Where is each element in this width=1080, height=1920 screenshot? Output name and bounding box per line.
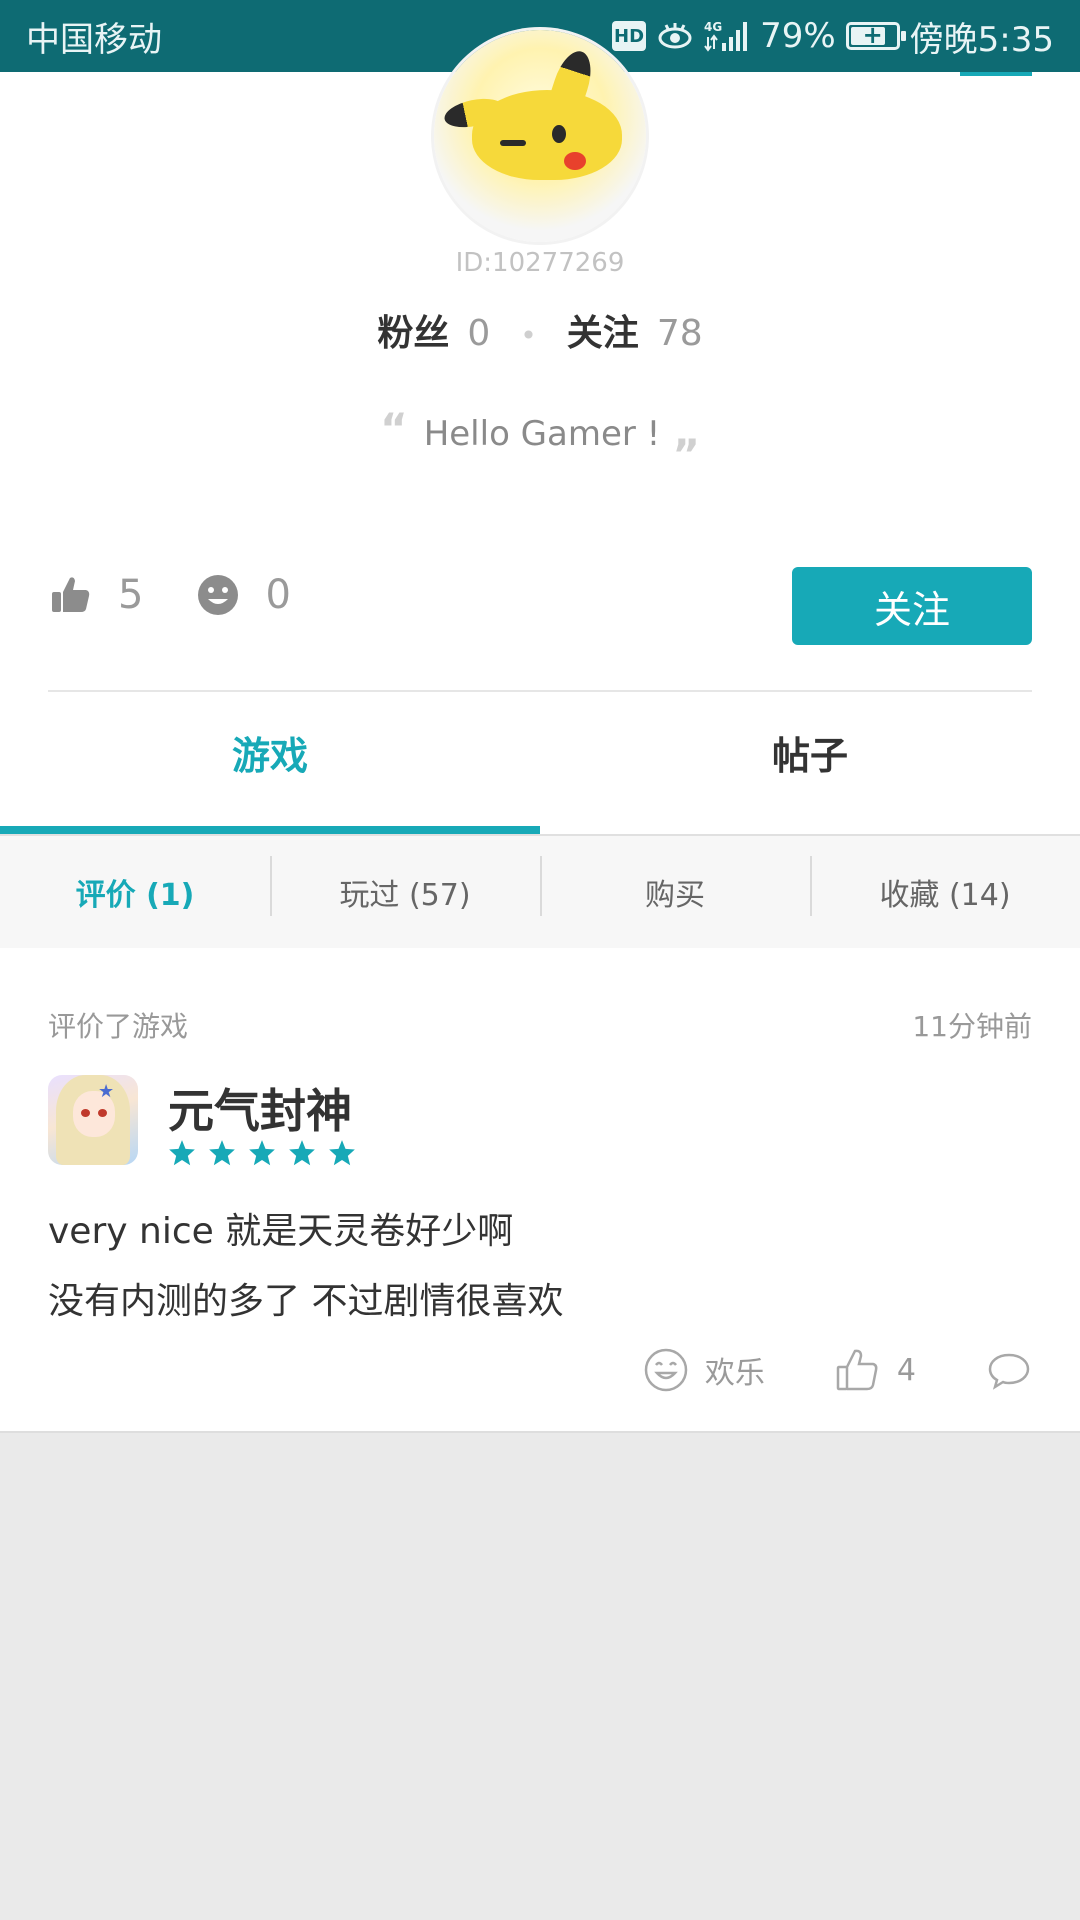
star-icon [329,1140,355,1166]
subtab-favorites[interactable]: 收藏 (14) [810,856,1080,916]
eye-comfort-icon [656,22,694,50]
review-text: very nice 就是天灵卷好少啊 没有内测的多了 不过剧情很喜欢 [48,1197,1032,1337]
smiley-icon[interactable] [195,572,241,618]
tab-posts[interactable]: 帖子 [540,692,1080,812]
rating-stars [168,1139,356,1167]
subtab-reviews[interactable]: 评价 (1) [0,870,270,914]
user-id: ID:10277269 [455,248,625,278]
hd-icon: HD [612,21,647,51]
game-icon-eye [81,1109,90,1117]
likes-count: 5 [118,572,144,618]
smiles-count: 0 [265,572,291,618]
active-tab-indicator [0,826,540,834]
star-icon [249,1140,275,1166]
review-card[interactable]: 评价了游戏 11分钟前 ★ 元气封神 very nice 就是天灵卷好少啊 没有… [0,971,1080,1433]
avatar-pikachu-eye-closed [500,140,526,146]
funny-button[interactable]: 欢乐 [643,1347,765,1393]
star-icon [209,1140,235,1166]
follow-button[interactable]: 关注 [792,567,1032,645]
main-tabs: 游戏 帖子 [0,692,1080,812]
separator-dot: • [520,319,537,352]
tab-games[interactable]: 游戏 [0,692,540,812]
comment-bubble-icon [986,1347,1032,1393]
subtab-played[interactable]: 玩过 (57) [270,856,540,916]
profile-reactions: 5 0 [48,572,343,618]
review-action-label: 评价了游戏 [48,1010,189,1043]
avatar-pikachu-cheek [564,152,586,170]
network-type-label: 4G [704,20,722,34]
followers-label[interactable]: 粉丝 [377,304,449,356]
following-label[interactable]: 关注 [567,304,639,356]
follow-stats: 粉丝 0 • 关注 78 [0,304,1080,356]
like-count: 4 [896,1352,916,1388]
like-button[interactable]: 4 [835,1347,916,1393]
avatar-pikachu-eye [552,125,566,143]
followers-count[interactable]: 0 [467,313,490,354]
subtab-purchased[interactable]: 购买 [540,856,810,916]
funny-label: 欢乐 [704,1356,765,1391]
thumbs-up-outline-icon [835,1347,881,1393]
review-time: 11分钟前 [912,1010,1032,1043]
top-accent-bar [960,72,1032,76]
star-icon [289,1140,315,1166]
game-name[interactable]: 元气封神 [168,1075,352,1141]
following-count[interactable]: 78 [657,313,703,354]
review-actions: 欢乐 4 [643,1347,1032,1393]
battery-percent: 79% [760,16,836,56]
status-icons: HD 4G 79% + 傍晚5:35 [612,12,1054,61]
open-quote-icon: “ [380,404,408,453]
game-icon-eye [98,1109,107,1117]
game-icon-star: ★ [98,1081,115,1102]
review-text-line: 没有内测的多了 不过剧情很喜欢 [48,1281,564,1322]
avatar[interactable] [434,30,646,242]
comment-button[interactable] [986,1347,1032,1393]
thumbs-up-icon[interactable] [48,572,94,618]
review-text-line: very nice 就是天灵卷好少啊 [48,1211,514,1252]
battery-icon: + [845,21,906,50]
close-quote-icon: ” [672,430,700,479]
motto-text: Hello Gamer ! [423,414,661,454]
sub-tabs: 评价 (1) 玩过 (57) 购买 收藏 (14) [0,836,1080,948]
charging-icon: + [862,21,883,49]
clock: 傍晚5:35 [909,19,1054,60]
funny-face-icon [643,1347,689,1393]
game-icon[interactable]: ★ [48,1075,138,1165]
star-icon [169,1140,195,1166]
user-motto: “ Hello Gamer ! ” [0,404,1080,479]
signal-4g-icon: 4G [704,19,750,53]
